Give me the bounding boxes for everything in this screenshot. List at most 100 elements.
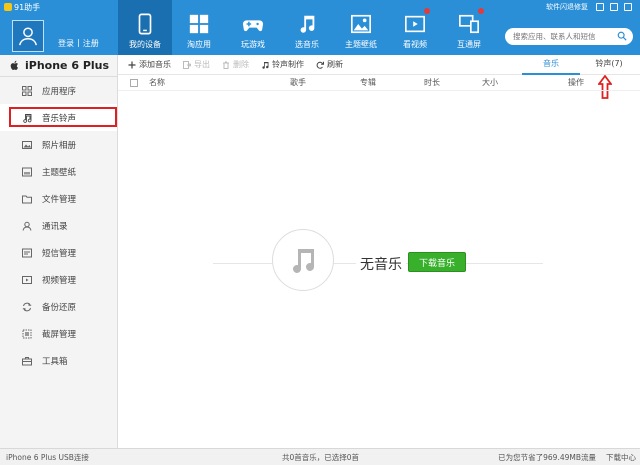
add-music-label: 添加音乐 <box>139 60 171 69</box>
apple-icon <box>10 60 18 70</box>
empty-message: 无音乐 <box>356 254 406 274</box>
nav-apps[interactable]: 淘应用 <box>172 0 226 55</box>
crash-repair-link[interactable]: 软件闪退修复 <box>546 2 588 12</box>
nav-my-device[interactable]: 我的设备 <box>118 0 172 55</box>
empty-music-badge <box>272 229 334 291</box>
delete-label: 删除 <box>233 60 249 69</box>
nav-label: 互通屏 <box>457 40 481 49</box>
phone-icon <box>138 13 152 35</box>
search-icon[interactable] <box>617 31 627 41</box>
download-music-button[interactable]: 下载音乐 <box>408 252 466 272</box>
nav-label: 淘应用 <box>187 40 211 49</box>
nav-games[interactable]: 玩游戏 <box>226 0 280 55</box>
export-icon <box>183 60 191 69</box>
sidebar-item-apps[interactable]: 应用程序 <box>0 77 117 104</box>
app-logo: 91助手 <box>4 2 40 12</box>
connection-status[interactable]: iPhone 6 Plus USB连接 <box>6 452 89 463</box>
device-name: iPhone 6 Plus <box>25 59 110 72</box>
sidebar-item-music[interactable]: 音乐铃声 <box>0 104 117 131</box>
sidebar-item-toolbox[interactable]: 工具箱 <box>0 347 117 374</box>
status-right: 已为您节省了969.49MB流量 下载中心 <box>498 452 636 463</box>
ringtone-maker-button[interactable]: 铃声制作 <box>261 59 304 70</box>
music-tabs: 音乐 铃声(7) <box>522 55 638 75</box>
nav-label: 看视频 <box>403 40 427 49</box>
photo-icon <box>22 140 32 149</box>
col-artist[interactable]: 歌手 <box>290 77 306 88</box>
nav-wallpaper[interactable]: 主题壁纸 <box>334 0 388 55</box>
window-controls <box>596 3 632 11</box>
col-duration[interactable]: 时长 <box>424 77 440 88</box>
sidebar: iPhone 6 Plus 应用程序 音乐铃声 照片相册 主题壁纸 文件管理 通… <box>0 55 118 448</box>
login-separator: | <box>77 38 80 47</box>
login-link[interactable]: 登录 <box>58 38 74 49</box>
sidebar-item-label: 主题壁纸 <box>42 167 77 178</box>
sidebar-item-label: 照片相册 <box>42 140 77 151</box>
sidebar-item-label: 文件管理 <box>42 194 77 205</box>
ringtone-maker-label: 铃声制作 <box>272 60 304 69</box>
nav-label: 玩游戏 <box>241 40 265 49</box>
col-size[interactable]: 大小 <box>482 77 498 88</box>
selection-summary: 共0首音乐，已选择0首 <box>282 453 360 462</box>
screens-icon <box>459 14 479 34</box>
sidebar-item-contacts[interactable]: 通讯录 <box>0 212 117 239</box>
nav-label: 我的设备 <box>129 40 161 49</box>
ringtone-icon <box>262 61 269 69</box>
tab-music[interactable]: 音乐 <box>522 55 580 75</box>
add-music-button[interactable]: 添加音乐 <box>128 59 171 70</box>
title-bar: 91助手 登录 | 注册 我的设备 淘应用 玩游戏 选音乐 主题壁纸 看视频 互… <box>0 0 640 55</box>
main-nav: 我的设备 淘应用 玩游戏 选音乐 主题壁纸 看视频 互通屏 <box>118 0 496 55</box>
table-header: 名称 歌手 专辑 时长 大小 操作 <box>118 75 640 91</box>
refresh-icon <box>316 61 324 69</box>
nav-label: 主题壁纸 <box>345 40 377 49</box>
nav-label: 选音乐 <box>295 40 319 49</box>
col-album[interactable]: 专辑 <box>360 77 376 88</box>
empty-state: 无音乐 下载音乐 <box>118 91 640 448</box>
sidebar-item-screenshots[interactable]: 截屏管理 <box>0 320 117 347</box>
tab-ringtone[interactable]: 铃声(7) <box>580 55 638 75</box>
refresh-button[interactable]: 刷新 <box>316 59 343 70</box>
plus-icon <box>128 61 136 68</box>
sidebar-item-photos[interactable]: 照片相册 <box>0 131 117 158</box>
nav-screen-share[interactable]: 互通屏 <box>442 0 496 55</box>
sidebar-item-label: 截屏管理 <box>42 329 77 340</box>
minimize-icon[interactable] <box>596 3 604 11</box>
maximize-icon[interactable] <box>610 3 618 11</box>
sidebar-item-videos[interactable]: 视频管理 <box>0 266 117 293</box>
gamepad-icon <box>242 20 264 32</box>
refresh-label: 刷新 <box>327 60 343 69</box>
sms-icon <box>22 248 32 257</box>
backup-icon <box>22 302 32 311</box>
sidebar-item-label: 视频管理 <box>42 275 77 286</box>
sidebar-item-label: 短信管理 <box>42 248 77 259</box>
select-all-checkbox[interactable] <box>130 78 138 87</box>
wallpaper-icon <box>22 167 32 176</box>
register-link[interactable]: 注册 <box>83 38 99 49</box>
avatar[interactable] <box>12 20 44 52</box>
music-note-icon <box>300 15 315 33</box>
sidebar-item-files[interactable]: 文件管理 <box>0 185 117 212</box>
close-icon[interactable] <box>624 3 632 11</box>
music-icon <box>23 113 32 123</box>
contact-icon <box>22 221 32 231</box>
sidebar-item-sms[interactable]: 短信管理 <box>0 239 117 266</box>
search-input[interactable] <box>513 32 633 41</box>
status-bar: iPhone 6 Plus USB连接 共0首音乐，已选择0首 已为您节省了96… <box>0 448 640 465</box>
screenshot-icon <box>22 329 32 338</box>
user-icon <box>19 27 37 46</box>
nav-video[interactable]: 看视频 <box>388 0 442 55</box>
download-center-link[interactable]: 下载中心 <box>606 452 636 463</box>
sidebar-item-wallpaper[interactable]: 主题壁纸 <box>0 158 117 185</box>
notification-badge <box>478 8 484 14</box>
video-icon <box>22 275 32 284</box>
sidebar-item-label: 应用程序 <box>42 86 77 97</box>
col-action: 操作 <box>568 78 584 87</box>
sidebar-item-backup[interactable]: 备份还原 <box>0 293 117 320</box>
search-box <box>505 28 633 45</box>
delete-button[interactable]: 删除 <box>222 59 249 70</box>
traffic-saved: 已为您节省了969.49MB流量 <box>498 453 596 462</box>
image-icon <box>351 14 371 34</box>
col-name[interactable]: 名称 <box>149 77 165 88</box>
login-area: 登录 | 注册 <box>58 38 99 49</box>
export-button[interactable]: 导出 <box>183 59 210 70</box>
nav-music[interactable]: 选音乐 <box>280 0 334 55</box>
